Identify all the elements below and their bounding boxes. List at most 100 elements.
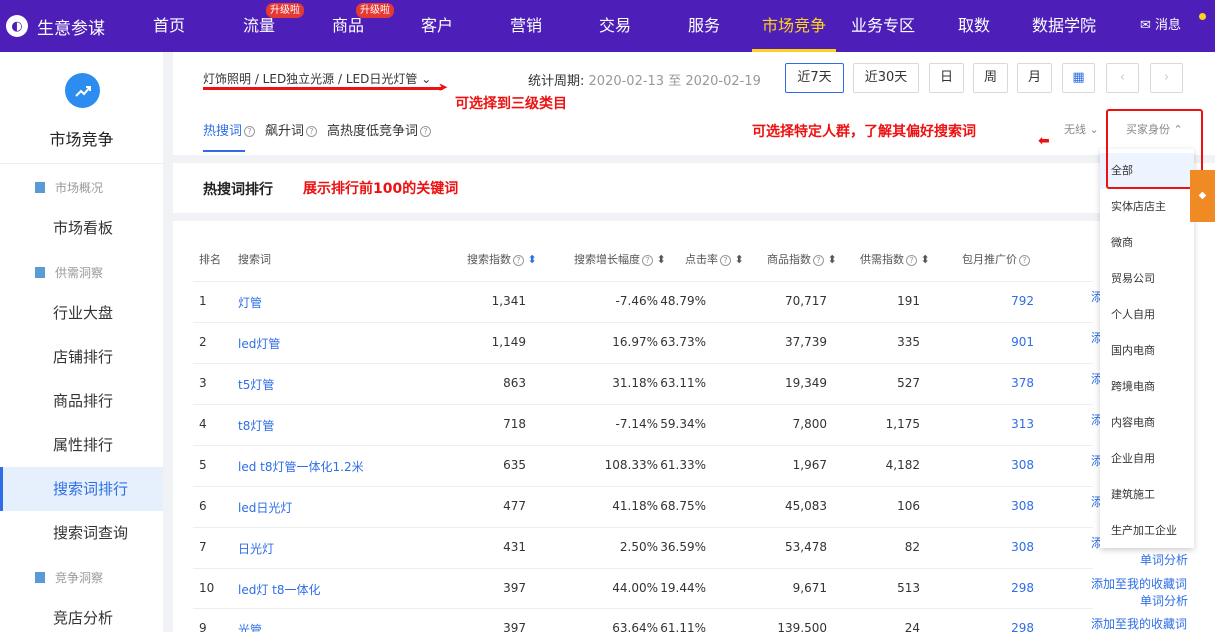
sidebar-item-shop-rank[interactable]: 店铺排行 (0, 335, 163, 379)
cell-price[interactable]: 308 (934, 499, 1034, 513)
sidebar-item-competitor-shop[interactable]: 竞店分析 (0, 596, 163, 632)
col-search-index[interactable]: 搜索指数? ⬍ (467, 251, 537, 267)
cell-rank: 9 (199, 621, 207, 632)
sidebar-item-keyword-query[interactable]: 搜索词查询 (0, 511, 163, 555)
word-analysis-link[interactable]: 单词分析 (1140, 592, 1188, 609)
cell-keyword[interactable]: led日光灯 (238, 499, 438, 516)
device-filter[interactable]: 无线 ⌄ (1064, 121, 1099, 137)
sidebar: 市场竞争 市场概况 市场看板 供需洞察 行业大盘 店铺排行 商品排行 属性排行 … (0, 52, 163, 632)
buyer-option[interactable]: 个人自用 (1100, 297, 1194, 333)
col-label: 供需指数 (860, 253, 904, 266)
nav-trade[interactable]: 交易 (591, 0, 639, 52)
cell-keyword[interactable]: t5灯管 (238, 376, 438, 393)
sidebar-item-keyword-rank[interactable]: 搜索词排行 (0, 467, 163, 511)
help-icon[interactable]: ? (306, 126, 318, 137)
buyer-option[interactable]: 实体店店主 (1100, 189, 1194, 225)
prev-arrow-icon[interactable]: ‹ (1106, 63, 1139, 93)
col-ctr[interactable]: 点击率? ⬍ (685, 251, 744, 267)
app-name: 生意参谋 (37, 18, 105, 39)
calendar-icon[interactable]: ▦ (1062, 63, 1095, 93)
buyer-option[interactable]: 企业自用 (1100, 441, 1194, 477)
buyer-option[interactable]: 贸易公司 (1100, 261, 1194, 297)
sidebar-item-industry[interactable]: 行业大盘 (0, 291, 163, 335)
help-icon[interactable]: ? (813, 254, 824, 266)
col-label: 包月推广价 (962, 253, 1017, 266)
cell-rank: 10 (199, 581, 215, 595)
nav-marketing[interactable]: 营销 (502, 0, 550, 52)
help-icon[interactable]: ? (513, 254, 524, 266)
nav-data-fetch[interactable]: 取数 (950, 0, 998, 52)
next-arrow-icon[interactable]: › (1150, 63, 1183, 93)
annotation-arrow-icon: ➤ (438, 80, 449, 94)
row-divider (193, 281, 1093, 282)
building-icon (35, 182, 45, 193)
sidebar-item-market-board[interactable]: 市场看板 (0, 206, 163, 250)
cell-keyword[interactable]: 灯管 (238, 294, 438, 311)
cell-price[interactable]: 308 (934, 458, 1034, 472)
nav-home[interactable]: 首页 (145, 0, 193, 52)
sidebar-item-product-rank[interactable]: 商品排行 (0, 379, 163, 423)
last-30-days-button[interactable]: 近30天 (853, 63, 919, 93)
help-icon[interactable]: ? (1019, 254, 1030, 266)
cell-price[interactable]: 298 (934, 581, 1034, 595)
buyer-option[interactable]: 建筑施工 (1100, 477, 1194, 513)
buyer-option[interactable]: 国内电商 (1100, 333, 1194, 369)
cell-price[interactable]: 378 (934, 376, 1034, 390)
help-icon[interactable]: ? (420, 126, 432, 137)
cell-price[interactable]: 792 (934, 294, 1034, 308)
add-favorite-link[interactable]: 添加至我的收藏词 (1091, 615, 1187, 632)
sort-icon[interactable]: ⬍ (735, 253, 744, 266)
tab-label: 飙升词 (265, 124, 305, 139)
cell-keyword[interactable]: t8灯管 (238, 417, 438, 434)
app-logo[interactable]: ◐ 生意参谋 (0, 0, 105, 52)
help-icon[interactable]: ? (244, 126, 256, 137)
cell-price[interactable]: 298 (934, 621, 1034, 632)
category-selector[interactable]: 灯饰照明 / LED独立光源 / LED日光灯管 ⌄ (203, 70, 431, 87)
col-search-growth[interactable]: 搜索增长幅度? ⬍ (574, 251, 666, 267)
cell-keyword[interactable]: led灯 t8一体化 (238, 581, 438, 598)
sidebar-item-attribute-rank[interactable]: 属性排行 (0, 423, 163, 467)
nav-business-zone[interactable]: 业务专区 (844, 0, 922, 52)
nav-academy[interactable]: 数据学院 (1025, 0, 1103, 52)
col-supply-demand[interactable]: 供需指数? ⬍ (860, 251, 930, 267)
cell-search: 397 (503, 621, 526, 632)
tab-rising-keywords[interactable]: 飙升词? (265, 120, 318, 139)
sidebar-group-market-overview: 市场概况 (35, 179, 103, 196)
tab-high-heat-low-competition[interactable]: 高热度低竞争词? (327, 120, 432, 139)
cell-price[interactable]: 313 (934, 417, 1034, 431)
week-button[interactable]: 周 (973, 63, 1008, 93)
buyer-option[interactable]: 生产加工企业 (1100, 513, 1194, 549)
col-monthly-price[interactable]: 包月推广价? (962, 251, 1030, 267)
add-favorite-link[interactable]: 添加至我的收藏词 (1091, 575, 1187, 592)
help-icon[interactable]: ? (642, 254, 653, 266)
cell-price[interactable]: 308 (934, 540, 1034, 554)
sidebar-group-label: 供需洞察 (55, 266, 104, 280)
help-icon[interactable]: ? (906, 254, 917, 266)
sort-icon[interactable]: ⬍ (657, 253, 666, 266)
nav-customers[interactable]: 客户 (413, 0, 461, 52)
day-button[interactable]: 日 (929, 63, 964, 93)
nav-service[interactable]: 服务 (680, 0, 728, 52)
sidebar-group-competition: 竞争洞察 (35, 569, 103, 586)
buyer-option[interactable]: 微商 (1100, 225, 1194, 261)
cell-keyword[interactable]: 日光灯 (238, 540, 438, 557)
buyer-option[interactable]: 内容电商 (1100, 405, 1194, 441)
sort-icon[interactable]: ⬍ (921, 253, 930, 266)
col-goods-index[interactable]: 商品指数? ⬍ (767, 251, 837, 267)
buyer-option[interactable]: 跨境电商 (1100, 369, 1194, 405)
sort-icon[interactable]: ⬍ (828, 253, 837, 266)
messages-button[interactable]: ✉ 消息 (1140, 0, 1181, 52)
help-icon[interactable]: ? (720, 254, 731, 266)
sort-desc-icon[interactable]: ⬍ (528, 253, 537, 266)
cell-keyword[interactable]: led灯管 (238, 335, 438, 352)
sidebar-group-label: 市场概况 (55, 181, 104, 195)
side-tag[interactable]: ◆ (1190, 170, 1215, 222)
nav-market-competition[interactable]: 市场竞争 (752, 0, 836, 52)
tab-hot-keywords[interactable]: 热搜词? (203, 120, 256, 139)
last-7-days-button[interactable]: 近7天 (785, 63, 844, 93)
cell-price[interactable]: 901 (934, 335, 1034, 349)
cell-keyword[interactable]: 光管 (238, 621, 438, 632)
word-analysis-link[interactable]: 单词分析 (1140, 551, 1188, 568)
cell-keyword[interactable]: led t8灯管一体化1.2米 (238, 458, 438, 475)
month-button[interactable]: 月 (1017, 63, 1052, 93)
